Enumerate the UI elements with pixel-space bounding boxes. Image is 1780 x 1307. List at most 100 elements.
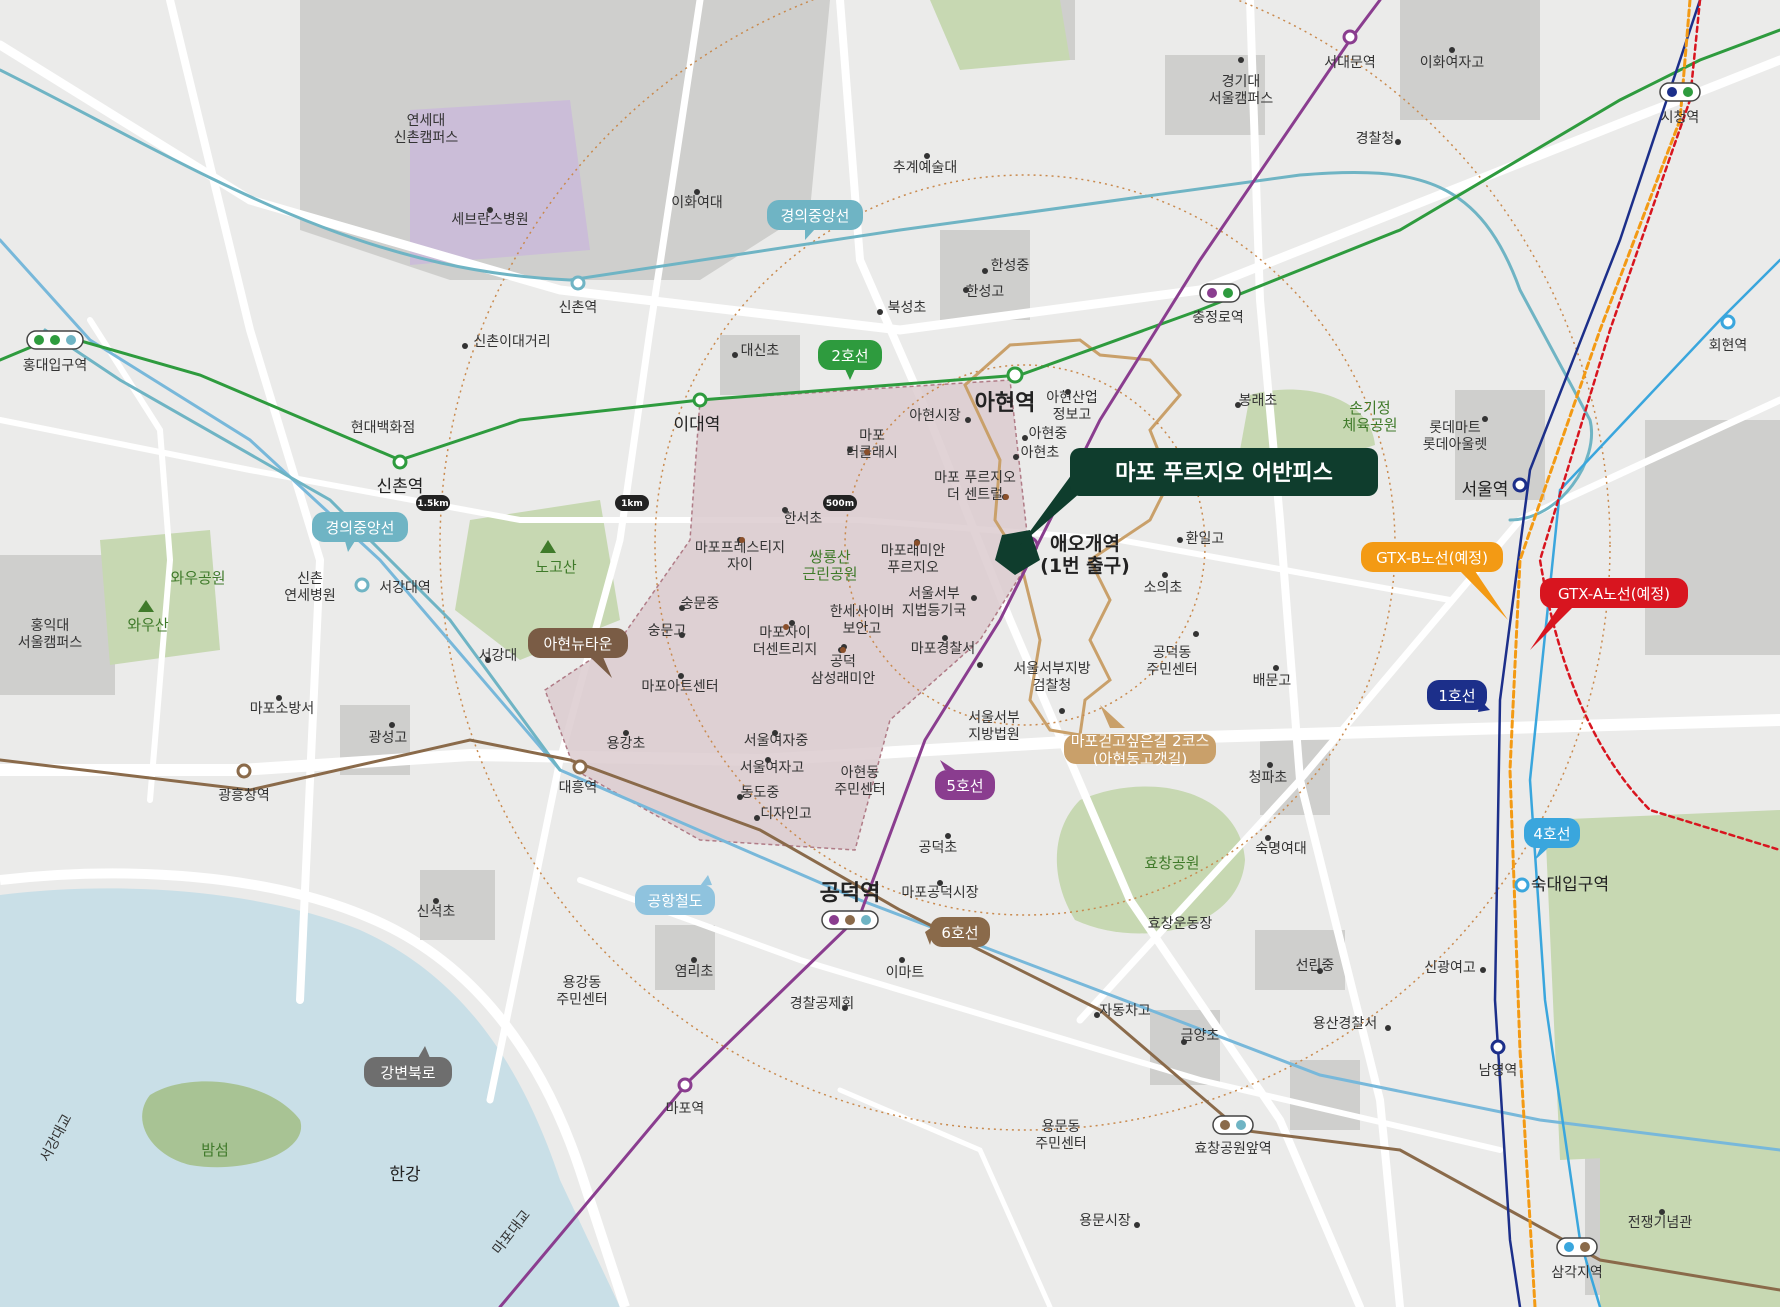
poi-dot [462, 343, 468, 349]
places-chugye-label: 추계예술대 [893, 160, 957, 176]
poi-dot [389, 722, 395, 728]
places-baemun-label: 배문고 [1253, 673, 1292, 689]
station-name: 서울역 [1462, 480, 1509, 500]
station-name: 삼각지역 [1551, 1265, 1603, 1281]
tag-text: GTX-A노선(예정) [1558, 585, 1670, 603]
poi-dot [1059, 708, 1065, 714]
station-name: 홍대입구역 [23, 358, 87, 374]
tag-text: GTX-B노선(예정) [1376, 549, 1488, 567]
poi-dot [971, 595, 977, 601]
places-ahyeon-es-label: 아현초 [1021, 445, 1060, 461]
poi-dot [782, 507, 788, 513]
tag-text: 아현뉴타운 [543, 635, 612, 653]
station-gongdeok[interactable]: 공덕역 [820, 881, 881, 930]
places-ahyeon-sanup-label: 아현산업 정보고 [1046, 390, 1098, 423]
places-mapo-fire-label: 마포소방서 [250, 701, 314, 717]
highlight-title: 마포 푸르지오 어반피스 [1115, 461, 1333, 486]
poi-dot [1273, 665, 1279, 671]
places-emart-label: 이마트 [886, 965, 925, 981]
station-sookmyung[interactable]: 숙대입구역 [1514, 875, 1609, 895]
ring-badge-r500: 500m [823, 495, 857, 511]
places-sookmyung-univ-label: 숙명여대 [1255, 841, 1307, 857]
places-soui-label: 소의초 [1144, 580, 1183, 596]
places-wau-park-label: 와우공원 [170, 569, 225, 587]
places-mapo-police-label: 마포경찰서 [911, 641, 975, 657]
places-ahyeon-center-label: 아현동 주민센터 [834, 765, 886, 798]
poi-dot [847, 447, 853, 453]
poi-dot [783, 624, 789, 630]
places-ahyeon-ms-label: 아현중 [1029, 426, 1068, 442]
poi-dot [914, 540, 920, 546]
ring-badge-r15km: 1.5km [416, 495, 450, 511]
tag-text: 경의중앙선 [325, 519, 394, 537]
tag-text: 강변북로 [380, 1064, 435, 1082]
places-bamseom-label: 밤섬 [201, 1141, 229, 1159]
poi-dot [691, 957, 697, 963]
poi-dot [965, 417, 971, 423]
station-name: 시청역 [1661, 110, 1700, 126]
places-hansung-hs-label: 한성고 [966, 284, 1005, 300]
line6-tag: 6호선 [925, 917, 990, 947]
poi-dot [840, 647, 846, 653]
poi-dot [937, 880, 943, 886]
poi-dot [1235, 402, 1241, 408]
station-name: 신촌역 [559, 300, 598, 316]
poi-dot [864, 449, 870, 455]
places-seoul-girls-hs-label: 서울여자고 [740, 760, 805, 776]
tag-text: 2호선 [831, 347, 868, 365]
places-mapo-xi-label: 마포자이 더센트리지 [753, 625, 817, 658]
location-map: 2호선5호선6호선1호선4호선경의중앙선경의중앙선공항철도GTX-B노선(예정)… [0, 0, 1780, 1307]
ring-badge-text: 500m [826, 499, 854, 509]
ring-badge-text: 1km [621, 499, 643, 509]
station-name: 회현역 [1709, 338, 1748, 354]
tag-text: 경의중앙선 [780, 207, 849, 225]
poi-dot [1065, 389, 1071, 395]
poi-dot [924, 153, 930, 159]
tag-text: 6호선 [941, 924, 978, 942]
places-yonggang-es-label: 용강초 [607, 736, 646, 752]
places-war-memorial-label: 전쟁기념관 [1628, 1215, 1693, 1231]
places-severance-label: 세브란스병원 [451, 212, 528, 228]
places-yongmun-center-label: 용문동 주민센터 [1035, 1119, 1087, 1152]
poi-dot [1265, 835, 1271, 841]
poi-dot [842, 1005, 848, 1011]
places-hyochang-park-label: 효창공원 [1144, 854, 1199, 872]
places-design-hs-label: 디자인고 [760, 806, 812, 822]
places-wausan-label: 와우산 [127, 616, 169, 634]
poi-dot [1162, 572, 1168, 578]
places-lotte-mart-label: 롯데마트 롯데아울렛 [1423, 420, 1488, 453]
station-name: 마포역 [666, 1101, 705, 1117]
poi-dot [487, 207, 493, 213]
poi-dot [276, 695, 282, 701]
poi-dot [433, 898, 439, 904]
places-seollin-label: 선린중 [1296, 958, 1335, 974]
places-mapo-art-label: 마포아트센터 [641, 679, 718, 695]
places-gwangseong-label: 광성고 [369, 730, 408, 746]
station-name: 신촌역 [377, 477, 424, 497]
places-hangang-label: 한강 [389, 1165, 421, 1185]
station-name: 공덕역 [820, 881, 881, 906]
poi-dot [1317, 968, 1323, 974]
poi-dot [945, 833, 951, 839]
poi-dot [1395, 139, 1401, 145]
places-yongmun-market-label: 용문시장 [1079, 1213, 1131, 1229]
poi-dot [737, 794, 743, 800]
places-bongrae-label: 봉래초 [1239, 393, 1278, 409]
station-name: 충정로역 [1192, 310, 1244, 326]
station-name: 아현역 [975, 391, 1036, 416]
poi-dot [982, 268, 988, 274]
places-hyundai-dept-label: 현대백화점 [351, 420, 415, 436]
station-name: 대흥역 [559, 780, 598, 796]
poi-dot [679, 632, 685, 638]
tag-text: 1호선 [1438, 687, 1475, 705]
station-name: 광흥창역 [218, 788, 270, 804]
station-name: 효창공원앞역 [1194, 1141, 1271, 1157]
poi-dot [877, 309, 883, 315]
places-gongdeok-center-label: 공덕동 주민센터 [1146, 645, 1198, 678]
poi-dot [1480, 967, 1486, 973]
poi-dot [1659, 1209, 1665, 1215]
station-name: 애오개역 (1번 출구) [1040, 533, 1130, 577]
poi-dot [1385, 1025, 1391, 1031]
poi-dot [679, 605, 685, 611]
poi-dot [623, 730, 629, 736]
